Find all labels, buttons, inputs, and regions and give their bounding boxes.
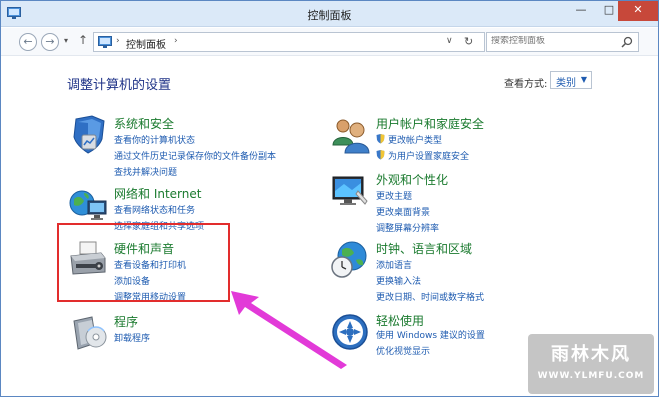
link-date-time-format[interactable]: 更改日期、时间或数字格式 [376, 290, 484, 303]
category-title[interactable]: 网络和 Internet [114, 185, 201, 202]
link-add-language[interactable]: 添加语言 [376, 258, 412, 271]
control-panel-window: 控制面板 — □ ✕ ← → ▾ ↑ › 控制面板 › ∨ ↻ 搜索控制面板 调… [0, 0, 659, 397]
address-bar[interactable]: › 控制面板 › ∨ ↻ [93, 32, 485, 52]
watermark-logo-text: 雨林木风 [551, 344, 631, 365]
shield-icon[interactable] [68, 115, 108, 155]
link-change-theme[interactable]: 更改主题 [376, 189, 412, 202]
refresh-icon[interactable]: ↻ [464, 35, 473, 48]
users-icon[interactable] [330, 115, 370, 155]
link-troubleshoot[interactable]: 查找并解决问题 [114, 165, 177, 178]
page-title: 调整计算机的设置 [67, 78, 172, 93]
title-bar: 控制面板 — □ ✕ [1, 1, 658, 27]
breadcrumb-separator[interactable]: › [116, 36, 120, 46]
view-by-label: 查看方式: [504, 79, 548, 90]
link-family-safety[interactable]: 为用户设置家庭安全 [376, 149, 469, 162]
breadcrumb-control-panel[interactable]: 控制面板 [126, 36, 166, 51]
link-network-status[interactable]: 查看网络状态和任务 [114, 203, 195, 216]
category-title[interactable]: 系统和安全 [114, 115, 174, 132]
link-recommended-settings[interactable]: 使用 Windows 建议的设置 [376, 328, 485, 341]
link-view-computer-status[interactable]: 查看你的计算机状态 [114, 133, 195, 146]
breadcrumb-separator[interactable]: › [174, 36, 178, 46]
category-title[interactable]: 外观和个性化 [376, 171, 448, 188]
category-clock-language-region: 时钟、语言和区域 添加语言 更换输入法 更改日期、时间或数字格式 [330, 240, 570, 303]
search-input[interactable] [491, 36, 616, 46]
link-change-account-type[interactable]: 更改帐户类型 [376, 133, 442, 146]
category-title[interactable]: 程序 [114, 313, 138, 330]
link-label: 更改帐户类型 [388, 136, 443, 146]
programs-icon[interactable] [68, 313, 108, 353]
close-button[interactable]: ✕ [618, 1, 658, 21]
view-by-select[interactable]: 类别 ▼ [550, 71, 592, 89]
watermark-url: WWW.YLMFU.COM [537, 371, 645, 381]
minimize-button[interactable]: — [567, 1, 595, 21]
up-button[interactable]: ↑ [78, 33, 88, 47]
site-watermark: 雨林木风 WWW.YLMFU.COM [528, 334, 654, 394]
category-title[interactable]: 用户帐户和家庭安全 [376, 115, 484, 132]
link-screen-resolution[interactable]: 调整屏幕分辨率 [376, 221, 439, 234]
navigation-bar: ← → ▾ ↑ › 控制面板 › ∨ ↻ [1, 28, 658, 56]
display-icon[interactable] [330, 171, 370, 211]
category-title[interactable]: 时钟、语言和区域 [376, 240, 472, 257]
recent-locations-dropdown[interactable]: ▾ [64, 36, 68, 45]
view-by-value: 类别 [556, 78, 576, 89]
category-user-accounts: 用户帐户和家庭安全 更改帐户类型 为用户设置家庭安全 [330, 115, 570, 163]
address-dropdown-button[interactable]: ∨ [446, 36, 453, 46]
chevron-down-icon: ▼ [580, 75, 587, 84]
uac-shield-icon [376, 134, 385, 144]
globe-clock-icon[interactable] [330, 240, 370, 280]
search-icon[interactable] [621, 36, 633, 48]
network-icon[interactable] [68, 185, 108, 225]
link-uninstall-program[interactable]: 卸载程序 [114, 331, 150, 344]
forward-button[interactable]: → [41, 33, 59, 51]
link-optimize-visual[interactable]: 优化视觉显示 [376, 344, 430, 357]
category-appearance: 外观和个性化 更改主题 更改桌面背景 调整屏幕分辨率 [330, 171, 570, 234]
back-button[interactable]: ← [19, 33, 37, 51]
search-box[interactable] [486, 32, 639, 52]
pointer-arrow [231, 291, 347, 369]
category-title[interactable]: 轻松使用 [376, 312, 424, 329]
link-file-history[interactable]: 通过文件历史记录保存你的文件备份副本 [114, 149, 276, 162]
window-title: 控制面板 [307, 9, 352, 22]
category-system-security: 系统和安全 查看你的计算机状态 通过文件历史记录保存你的文件备份副本 查找并解决… [68, 115, 308, 179]
highlight-box [57, 223, 230, 302]
link-change-background[interactable]: 更改桌面背景 [376, 205, 430, 218]
link-change-input-method[interactable]: 更换输入法 [376, 274, 421, 287]
uac-shield-icon [376, 150, 385, 160]
control-panel-icon [98, 36, 112, 48]
link-label: 为用户设置家庭安全 [388, 152, 470, 162]
category-programs: 程序 卸载程序 [68, 313, 228, 353]
